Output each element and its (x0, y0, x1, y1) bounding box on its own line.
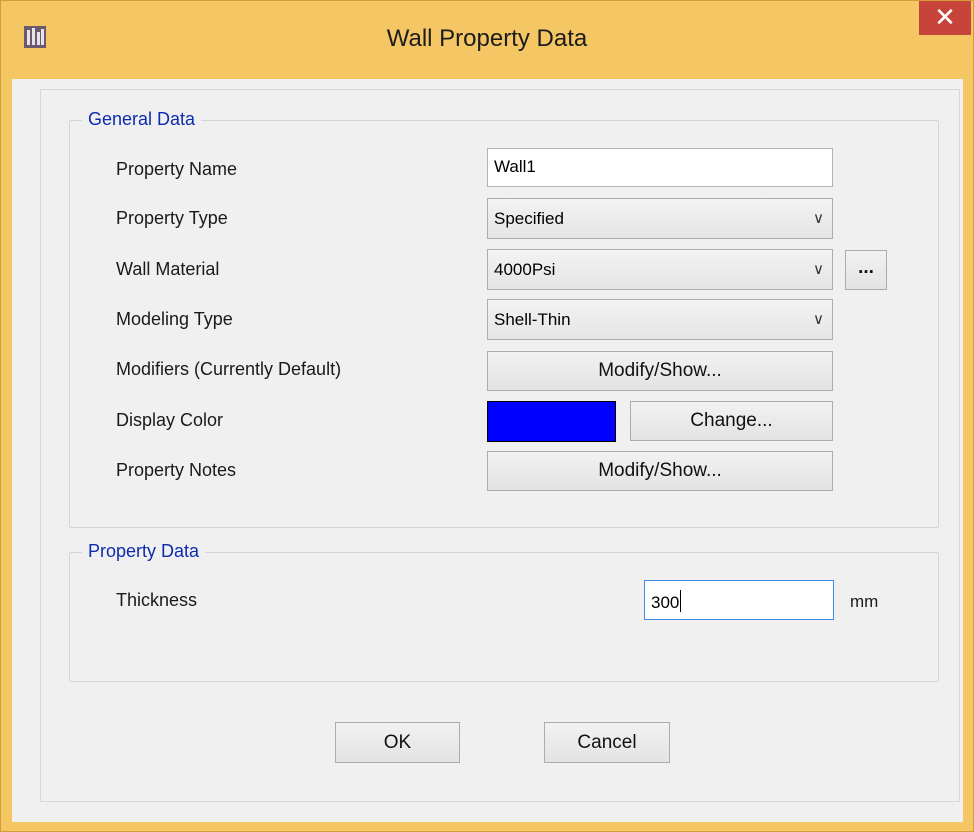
chevron-down-icon: ∨ (813, 261, 824, 278)
property-name-input[interactable]: Wall1 (487, 148, 833, 187)
modeling-type-select[interactable]: Shell-Thin ∨ (487, 299, 833, 340)
display-color-label: Display Color (116, 410, 224, 430)
outer-frame: General Data Property Name Wall1 Propert… (40, 89, 960, 802)
change-color-button[interactable]: Change... (630, 401, 833, 441)
property-type-label: Property Type (116, 208, 228, 228)
modifiers-label: Modifiers (Currently Default) (116, 359, 342, 379)
text-caret (680, 590, 682, 612)
title-bar[interactable]: Wall Property Data ✕ (1, 1, 973, 79)
property-notes-label: Property Notes (116, 460, 237, 480)
ok-button[interactable]: OK (335, 722, 460, 763)
general-data-legend: General Data (82, 109, 202, 130)
thickness-label: Thickness (116, 590, 198, 610)
window-title: Wall Property Data (386, 25, 588, 52)
thickness-unit: mm (850, 592, 879, 611)
thickness-input[interactable]: 300 (644, 580, 834, 620)
wall-material-label: Wall Material (116, 259, 220, 279)
wall-property-dialog: Wall Property Data ✕ General Data Proper… (0, 0, 974, 832)
close-icon: ✕ (934, 2, 956, 32)
thickness-value: 300 (651, 593, 680, 612)
dialog-body: General Data Property Name Wall1 Propert… (12, 79, 963, 822)
modeling-type-label: Modeling Type (116, 309, 233, 329)
cancel-button[interactable]: Cancel (544, 722, 670, 763)
property-name-label: Property Name (116, 159, 238, 179)
modifiers-modify-show-button[interactable]: Modify/Show... (487, 351, 833, 391)
property-type-select[interactable]: Specified ∨ (487, 198, 833, 239)
property-type-value: Specified (494, 209, 564, 228)
property-data-legend: Property Data (82, 541, 206, 562)
display-color-swatch (487, 401, 616, 442)
property-notes-modify-show-button[interactable]: Modify/Show... (487, 451, 833, 491)
modeling-type-value: Shell-Thin (494, 310, 571, 329)
chevron-down-icon: ∨ (813, 210, 824, 227)
chevron-down-icon: ∨ (813, 311, 824, 328)
wall-material-select[interactable]: 4000Psi ∨ (487, 249, 833, 290)
close-button[interactable]: ✕ (919, 1, 971, 35)
wall-material-value: 4000Psi (494, 260, 556, 279)
wall-material-browse-button[interactable]: ... (845, 250, 887, 290)
